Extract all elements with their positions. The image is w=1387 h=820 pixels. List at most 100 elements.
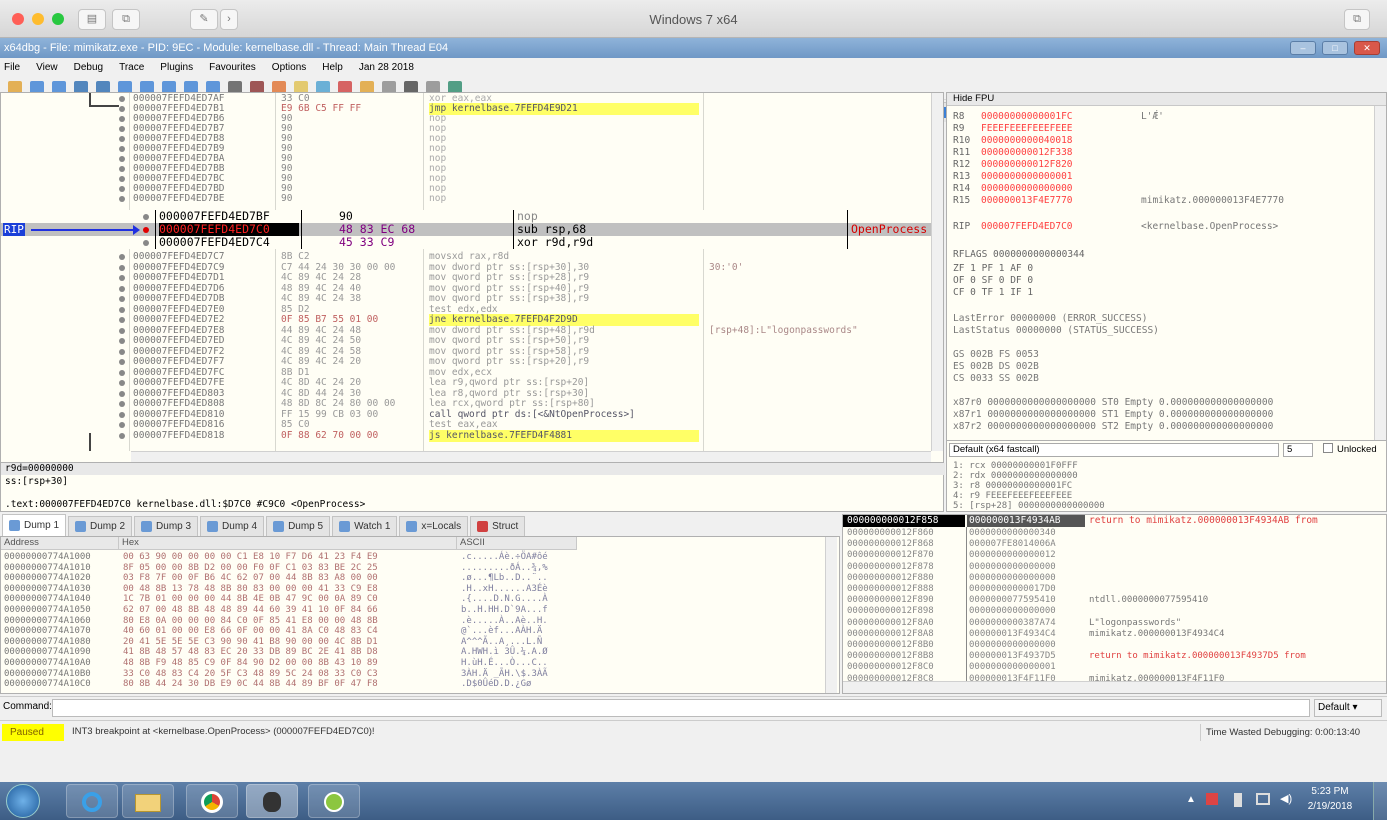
breakpoint-dot[interactable] [119, 338, 125, 344]
breakpoint-dot[interactable] [119, 390, 125, 397]
dump-tab-7[interactable]: Struct [470, 516, 526, 536]
register-line[interactable]: R14 0000000000000000 [953, 183, 1141, 195]
breakpoint-dot[interactable] [119, 327, 125, 334]
dump-row[interactable]: 00000000774A1000 00 63 90 00 00 00 00 C1 … [1, 552, 821, 563]
tray-chevron-icon[interactable]: ▲ [1186, 794, 1196, 805]
stack-row[interactable]: 000000000012F8B8 000000013F4937D5 return t… [843, 651, 1386, 662]
dump-tab-3[interactable]: Dump 4 [200, 516, 265, 536]
breakpoint-dot[interactable] [119, 106, 125, 112]
dump-scrollbar[interactable] [825, 537, 837, 693]
breakpoint-dot[interactable] [119, 196, 125, 202]
breakpoint-dot[interactable] [119, 359, 125, 365]
breakpoint-dot[interactable] [119, 422, 125, 428]
command-mode-select[interactable]: Default ▾ [1314, 699, 1382, 717]
hide-fpu-toggle[interactable]: Hide FPU [947, 93, 1386, 106]
breakpoint-dot[interactable] [143, 240, 149, 246]
call-argument[interactable]: 1: rcx 00000000001F0FFF [953, 461, 1078, 471]
app-taskbar-icon[interactable] [308, 784, 360, 818]
tray-flag-icon[interactable] [1206, 793, 1218, 805]
close-button[interactable]: ✕ [1354, 41, 1380, 55]
stack-row[interactable]: 000000000012F870 0000000000000012 [843, 550, 1386, 561]
breakpoint-dot[interactable] [119, 264, 125, 271]
flags-line[interactable]: ZF 1 PF 1 AF 0 [953, 263, 1033, 275]
dump-row[interactable]: 00000000774A1050 62 07 00 48 8B 48 48 89 … [1, 605, 821, 616]
stack-row[interactable]: 000000000012F868 000007FE8014006A [843, 539, 1386, 550]
menu-item-1[interactable]: View [36, 62, 58, 73]
breakpoint-dot[interactable] [119, 380, 125, 386]
breakpoint-dot[interactable] [119, 166, 125, 172]
stack-row[interactable]: 000000000012F860 0000000000000340 [843, 528, 1386, 539]
flags-line[interactable]: OF 0 SF 0 DF 0 [953, 275, 1033, 287]
tray-device-icon[interactable] [1234, 793, 1242, 807]
breakpoint-dot[interactable] [119, 317, 125, 323]
breakpoint-dot[interactable] [119, 116, 125, 122]
breakpoint-dot[interactable] [119, 186, 125, 192]
dump-row[interactable]: 00000000774A10B0 33 C0 48 83 C4 20 5F C3 … [1, 669, 821, 680]
call-argument[interactable]: 5: [rsp+28] 0000000000000000 [953, 501, 1105, 511]
call-argument[interactable]: 3: r8 00000000000001FC [953, 481, 1072, 491]
stack-pane[interactable]: 000000000012F858 000000013F4934AB return t… [842, 514, 1387, 694]
registers-scrollbar[interactable] [1374, 106, 1386, 461]
register-line[interactable]: RIP 000007FEFD4ED7C0 <kernelbase.OpenProce… [953, 221, 1278, 233]
breakpoint-dot[interactable] [119, 369, 125, 376]
maximize-button[interactable]: □ [1322, 41, 1348, 55]
menu-item-7[interactable]: Help [322, 62, 343, 73]
call-argument[interactable]: 2: rdx 0000000000000000 [953, 471, 1078, 481]
tray-volume-icon[interactable]: ◀) [1280, 792, 1292, 805]
register-line[interactable]: R13 0000000000000001 [953, 171, 1141, 183]
dump-tab-2[interactable]: Dump 3 [134, 516, 199, 536]
disasm-rip-row[interactable]: 000007FEFD4ED7C0 48 83 EC 68 sub rsp,68 Ope… [1, 223, 943, 236]
dump-tab-4[interactable]: Dump 5 [266, 516, 331, 536]
breakpoint-dot[interactable] [143, 227, 149, 233]
stack-row[interactable]: 000000000012F888 00000000000017D0 [843, 584, 1386, 595]
dump-row[interactable]: 00000000774A1060 80 E8 0A 00 00 00 84 C0 … [1, 616, 821, 627]
call-argument[interactable]: 4: r9 FEEEFEEEFEEEFEEE [953, 491, 1072, 501]
breakpoint-dot[interactable] [119, 296, 125, 302]
arg-count-spinner[interactable]: 5 [1283, 443, 1313, 457]
stack-row[interactable]: 000000000012F880 0000000000000000 [843, 573, 1386, 584]
breakpoint-dot[interactable] [143, 214, 149, 220]
breakpoint-dot[interactable] [119, 432, 125, 439]
show-desktop-button[interactable] [1373, 782, 1387, 820]
menu-item-3[interactable]: Trace [119, 62, 144, 73]
tray-network-icon[interactable] [1256, 793, 1270, 805]
disassembly-pane[interactable]: 000007FEFD4ED7AF 33 C0 xor eax,eax 000007FE… [0, 92, 944, 464]
breakpoint-dot[interactable] [119, 126, 125, 132]
breakpoint-dot[interactable] [119, 96, 125, 102]
breakpoint-dot[interactable] [119, 275, 125, 281]
disasm-row[interactable]: 000007FEFD4ED7BE 90 nop [1, 193, 943, 205]
dump-row[interactable]: 00000000774A10C0 80 8B 44 24 30 DB E9 0C … [1, 679, 821, 690]
stack-row[interactable]: 000000000012F8C0 0000000000000001 [843, 662, 1386, 673]
menu-item-4[interactable]: Plugins [160, 62, 193, 73]
dump-tab-0[interactable]: Dump 1 [2, 514, 67, 536]
start-button-icon[interactable] [6, 784, 40, 818]
breakpoint-dot[interactable] [119, 285, 125, 292]
disassembly-scrollbar[interactable] [931, 93, 943, 451]
breakpoint-dot[interactable] [119, 176, 125, 182]
x64dbg-taskbar-icon[interactable] [246, 784, 298, 818]
stack-row[interactable]: 000000000012F8A8 000000013F4934C4 mimikatz… [843, 629, 1386, 640]
calling-convention-select[interactable]: Default (x64 fastcall) [949, 443, 1279, 457]
internet-explorer-icon[interactable] [66, 784, 118, 818]
menu-item-2[interactable]: Debug [74, 62, 103, 73]
breakpoint-dot[interactable] [119, 411, 125, 418]
registers-pane[interactable]: Hide FPU R8 00000000000001FC L'Ǽ' R9 FEEEFEE… [946, 92, 1387, 462]
breakpoint-dot[interactable] [119, 306, 125, 313]
unlocked-checkbox[interactable] [1323, 443, 1333, 453]
register-line[interactable]: R15 000000013F4E7770 mimikatz.000000013F4E… [953, 195, 1284, 207]
disasm-row[interactable]: 000007FEFD4ED818 0F 88 62 70 00 00 js kern… [1, 429, 943, 442]
dump-row[interactable]: 00000000774A1030 00 48 8B 13 78 48 8B 80 … [1, 584, 821, 595]
menu-item-6[interactable]: Options [272, 62, 306, 73]
dump-pane[interactable]: Address Hex ASCII 00000000774A1000 00 63 … [0, 536, 840, 694]
dump-row[interactable]: 00000000774A1090 41 8B 48 57 48 83 EC 20 … [1, 647, 821, 658]
stack-row[interactable]: 000000000012F8B0 0000000000000000 [843, 640, 1386, 651]
breakpoint-dot[interactable] [119, 254, 125, 260]
disasm-focus-row[interactable]: 000007FEFD4ED7C4 45 33 C9 xor r9d,r9d [1, 236, 943, 249]
dump-tab-1[interactable]: Dump 2 [68, 516, 133, 536]
menu-item-5[interactable]: Favourites [209, 62, 256, 73]
dump-row[interactable]: 00000000774A1080 20 41 5E 5E 5E C3 90 90 … [1, 637, 821, 648]
stack-top-row[interactable]: 000000000012F858 000000013F4934AB return t… [843, 515, 1386, 527]
command-input[interactable] [52, 699, 1310, 717]
explorer-folder-icon[interactable] [122, 784, 174, 818]
breakpoint-dot[interactable] [119, 401, 125, 407]
